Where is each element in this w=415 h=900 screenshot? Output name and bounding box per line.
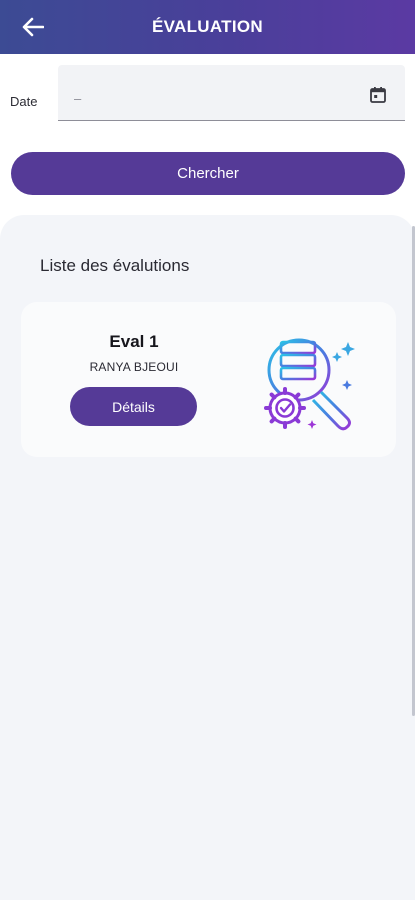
evaluation-screen: ÉVALUATION Date – Chercher Liste des éva… [0,0,415,900]
details-button[interactable]: Détails [70,387,197,426]
database-search-gear-icon [264,338,355,431]
date-field[interactable]: – [58,65,405,121]
evaluations-panel: Liste des évalutions Eval 1 RANYA BJEOUI… [0,215,415,900]
list-title: Liste des évalutions [40,256,190,275]
evaluated-person: RANYA BJEOUI [89,360,179,374]
search-button[interactable]: Chercher [11,152,405,195]
evaluation-card: Eval 1 RANYA BJEOUI Détails [21,302,396,457]
back-button[interactable] [18,13,48,41]
date-value: – [74,91,82,106]
calendar-icon[interactable] [369,86,387,104]
date-label: Date [10,94,38,109]
app-bar: ÉVALUATION [0,0,415,54]
arrow-left-icon [22,17,44,37]
evaluation-name: Eval 1 [109,332,159,351]
page-title: ÉVALUATION [152,17,263,36]
